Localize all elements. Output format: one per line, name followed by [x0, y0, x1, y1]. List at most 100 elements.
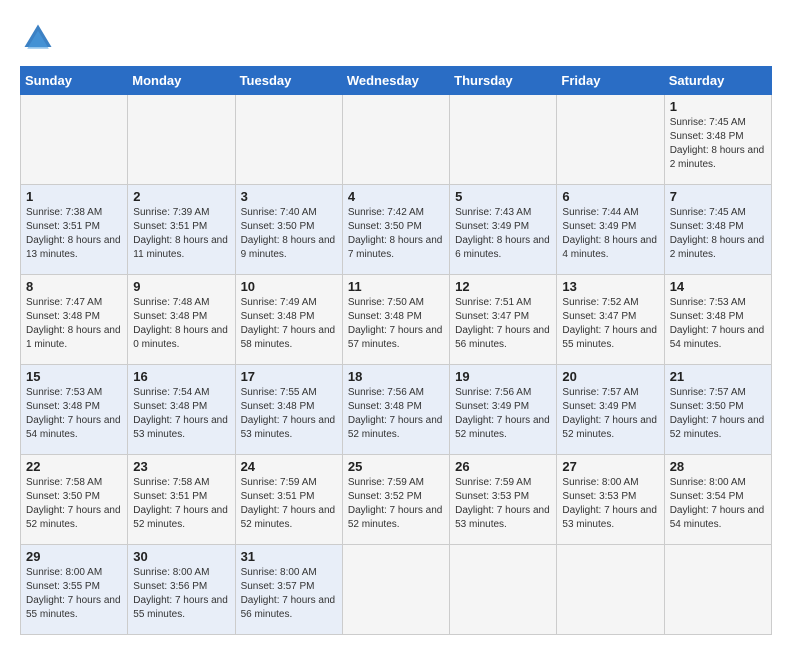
sunrise-text: Sunrise: 7:57 AM	[670, 387, 746, 398]
calendar-cell: 12 Sunrise: 7:51 AM Sunset: 3:47 PM Dayl…	[450, 275, 557, 365]
calendar-cell: 17 Sunrise: 7:55 AM Sunset: 3:48 PM Dayl…	[235, 365, 342, 455]
header	[20, 20, 772, 56]
calendar-cell: 22 Sunrise: 7:58 AM Sunset: 3:50 PM Dayl…	[21, 455, 128, 545]
sunset-text: Sunset: 3:48 PM	[26, 311, 100, 322]
sunrise-text: Sunrise: 7:56 AM	[455, 387, 531, 398]
sunrise-text: Sunrise: 7:59 AM	[455, 477, 531, 488]
daylight-text: Daylight: 7 hours and 56 minutes.	[241, 595, 336, 620]
calendar-cell: 14 Sunrise: 7:53 AM Sunset: 3:48 PM Dayl…	[664, 275, 771, 365]
sunset-text: Sunset: 3:54 PM	[670, 491, 744, 502]
sunset-text: Sunset: 3:48 PM	[133, 311, 207, 322]
sunset-text: Sunset: 3:57 PM	[241, 581, 315, 592]
sunset-text: Sunset: 3:52 PM	[348, 491, 422, 502]
calendar-cell: 25 Sunrise: 7:59 AM Sunset: 3:52 PM Dayl…	[342, 455, 449, 545]
day-number: 26	[455, 459, 551, 474]
daylight-text: Daylight: 7 hours and 55 minutes.	[133, 595, 228, 620]
day-number: 16	[133, 369, 229, 384]
daylight-text: Daylight: 7 hours and 53 minutes.	[562, 505, 657, 530]
sunset-text: Sunset: 3:51 PM	[133, 221, 207, 232]
daylight-text: Daylight: 7 hours and 57 minutes.	[348, 325, 443, 350]
sunrise-text: Sunrise: 7:59 AM	[241, 477, 317, 488]
daylight-text: Daylight: 7 hours and 52 minutes.	[348, 415, 443, 440]
header-day-wednesday: Wednesday	[342, 67, 449, 95]
daylight-text: Daylight: 7 hours and 55 minutes.	[562, 325, 657, 350]
sunset-text: Sunset: 3:48 PM	[241, 311, 315, 322]
calendar-cell	[235, 95, 342, 185]
calendar-cell: 8 Sunrise: 7:47 AM Sunset: 3:48 PM Dayli…	[21, 275, 128, 365]
daylight-text: Daylight: 8 hours and 2 minutes.	[670, 235, 765, 260]
sunrise-text: Sunrise: 7:59 AM	[348, 477, 424, 488]
sunrise-text: Sunrise: 7:53 AM	[26, 387, 102, 398]
day-number: 6	[562, 189, 658, 204]
calendar-week-4: 15 Sunrise: 7:53 AM Sunset: 3:48 PM Dayl…	[21, 365, 772, 455]
calendar-cell	[342, 95, 449, 185]
calendar-cell: 3 Sunrise: 7:40 AM Sunset: 3:50 PM Dayli…	[235, 185, 342, 275]
daylight-text: Daylight: 7 hours and 52 minutes.	[348, 505, 443, 530]
daylight-text: Daylight: 7 hours and 52 minutes.	[455, 415, 550, 440]
sunset-text: Sunset: 3:55 PM	[26, 581, 100, 592]
sunset-text: Sunset: 3:50 PM	[26, 491, 100, 502]
header-day-thursday: Thursday	[450, 67, 557, 95]
day-number: 11	[348, 279, 444, 294]
daylight-text: Daylight: 7 hours and 54 minutes.	[670, 325, 765, 350]
day-number: 9	[133, 279, 229, 294]
sunrise-text: Sunrise: 7:39 AM	[133, 207, 209, 218]
sunset-text: Sunset: 3:48 PM	[26, 401, 100, 412]
day-number: 27	[562, 459, 658, 474]
sunset-text: Sunset: 3:47 PM	[562, 311, 636, 322]
day-number: 19	[455, 369, 551, 384]
daylight-text: Daylight: 7 hours and 52 minutes.	[26, 505, 121, 530]
calendar-cell: 30 Sunrise: 8:00 AM Sunset: 3:56 PM Dayl…	[128, 545, 235, 635]
sunrise-text: Sunrise: 7:47 AM	[26, 297, 102, 308]
day-number: 4	[348, 189, 444, 204]
calendar-cell: 7 Sunrise: 7:45 AM Sunset: 3:48 PM Dayli…	[664, 185, 771, 275]
sunrise-text: Sunrise: 8:00 AM	[241, 567, 317, 578]
calendar-cell: 4 Sunrise: 7:42 AM Sunset: 3:50 PM Dayli…	[342, 185, 449, 275]
sunrise-text: Sunrise: 7:55 AM	[241, 387, 317, 398]
calendar-cell	[342, 545, 449, 635]
sunset-text: Sunset: 3:50 PM	[241, 221, 315, 232]
sunset-text: Sunset: 3:48 PM	[348, 311, 422, 322]
daylight-text: Daylight: 7 hours and 52 minutes.	[562, 415, 657, 440]
daylight-text: Daylight: 8 hours and 0 minutes.	[133, 325, 228, 350]
sunset-text: Sunset: 3:56 PM	[133, 581, 207, 592]
sunrise-text: Sunrise: 7:58 AM	[26, 477, 102, 488]
sunset-text: Sunset: 3:48 PM	[670, 311, 744, 322]
sunrise-text: Sunrise: 7:43 AM	[455, 207, 531, 218]
sunrise-text: Sunrise: 7:38 AM	[26, 207, 102, 218]
sunset-text: Sunset: 3:50 PM	[670, 401, 744, 412]
daylight-text: Daylight: 8 hours and 4 minutes.	[562, 235, 657, 260]
calendar-week-2: 1 Sunrise: 7:38 AM Sunset: 3:51 PM Dayli…	[21, 185, 772, 275]
day-number: 22	[26, 459, 122, 474]
calendar-cell: 24 Sunrise: 7:59 AM Sunset: 3:51 PM Dayl…	[235, 455, 342, 545]
calendar-week-3: 8 Sunrise: 7:47 AM Sunset: 3:48 PM Dayli…	[21, 275, 772, 365]
day-number: 20	[562, 369, 658, 384]
sunset-text: Sunset: 3:48 PM	[348, 401, 422, 412]
sunrise-text: Sunrise: 8:00 AM	[133, 567, 209, 578]
calendar-cell: 1 Sunrise: 7:38 AM Sunset: 3:51 PM Dayli…	[21, 185, 128, 275]
sunrise-text: Sunrise: 7:56 AM	[348, 387, 424, 398]
calendar-cell: 13 Sunrise: 7:52 AM Sunset: 3:47 PM Dayl…	[557, 275, 664, 365]
calendar-cell: 1 Sunrise: 7:45 AM Sunset: 3:48 PM Dayli…	[664, 95, 771, 185]
day-number: 17	[241, 369, 337, 384]
daylight-text: Daylight: 7 hours and 56 minutes.	[455, 325, 550, 350]
day-number: 25	[348, 459, 444, 474]
sunset-text: Sunset: 3:48 PM	[670, 221, 744, 232]
daylight-text: Daylight: 8 hours and 13 minutes.	[26, 235, 121, 260]
daylight-text: Daylight: 8 hours and 1 minute.	[26, 325, 121, 350]
day-number: 5	[455, 189, 551, 204]
calendar-cell	[557, 95, 664, 185]
daylight-text: Daylight: 7 hours and 53 minutes.	[133, 415, 228, 440]
sunrise-text: Sunrise: 7:57 AM	[562, 387, 638, 398]
sunset-text: Sunset: 3:53 PM	[562, 491, 636, 502]
daylight-text: Daylight: 7 hours and 52 minutes.	[670, 415, 765, 440]
calendar-cell: 27 Sunrise: 8:00 AM Sunset: 3:53 PM Dayl…	[557, 455, 664, 545]
header-day-saturday: Saturday	[664, 67, 771, 95]
daylight-text: Daylight: 7 hours and 52 minutes.	[241, 505, 336, 530]
calendar-week-6: 29 Sunrise: 8:00 AM Sunset: 3:55 PM Dayl…	[21, 545, 772, 635]
header-day-monday: Monday	[128, 67, 235, 95]
calendar-cell	[664, 545, 771, 635]
sunrise-text: Sunrise: 7:53 AM	[670, 297, 746, 308]
day-number: 3	[241, 189, 337, 204]
daylight-text: Daylight: 8 hours and 7 minutes.	[348, 235, 443, 260]
